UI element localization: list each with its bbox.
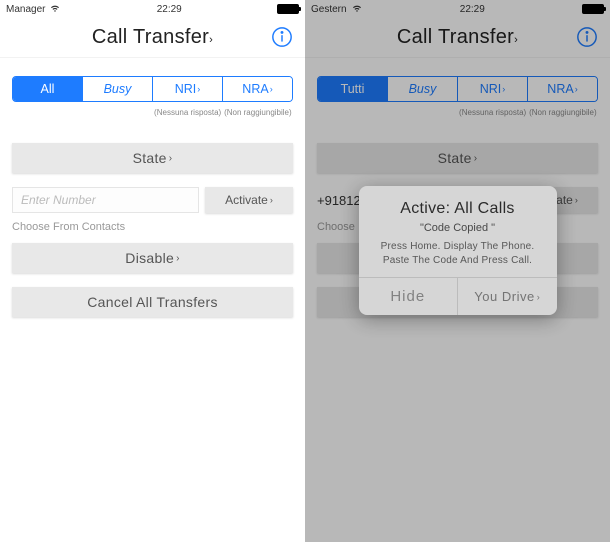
segmented-control[interactable]: All Busy NRI› NRA›	[12, 76, 293, 102]
sublabel-nra: (Non raggiungibile)	[223, 108, 293, 117]
phone-screen-right: Gestern 22:29 Call Transfer› Tutti Busy …	[305, 0, 610, 542]
popup-drive-button[interactable]: You Drive›	[458, 278, 557, 315]
popup-title: Active: All Calls	[369, 200, 547, 218]
segment-sublabels: (Nessuna risposta) (Non raggiungibile)	[12, 108, 293, 117]
state-button[interactable]: State›	[12, 143, 293, 173]
number-input[interactable]	[12, 187, 199, 213]
popup-subtitle: "Code Copied "	[369, 222, 547, 234]
popup-hide-button[interactable]: Hide	[359, 278, 459, 315]
segment-all[interactable]: All	[13, 77, 83, 101]
status-bar: Manager 22:29	[0, 0, 305, 18]
battery-icon	[277, 4, 299, 14]
nav-bar: Call Transfer›	[0, 18, 305, 58]
segment-busy[interactable]: Busy	[83, 77, 153, 101]
disable-button[interactable]: Disable›	[12, 243, 293, 273]
wifi-icon	[49, 3, 61, 16]
clock: 22:29	[157, 4, 182, 15]
activate-button[interactable]: Activate›	[205, 187, 293, 213]
cancel-all-button[interactable]: Cancel All Transfers	[12, 287, 293, 317]
segment-nri[interactable]: NRI›	[153, 77, 223, 101]
sublabel-nri: (Nessuna risposta)	[153, 108, 223, 117]
phone-screen-left: Manager 22:29 Call Transfer› All Busy NR…	[0, 0, 305, 542]
info-icon[interactable]	[271, 26, 293, 48]
alert-popup: Active: All Calls "Code Copied " Press H…	[359, 186, 557, 315]
popup-message: Press Home. Display The Phone. Paste The…	[369, 240, 547, 267]
choose-contacts-link[interactable]: Choose From Contacts	[12, 221, 293, 233]
segment-nra[interactable]: NRA›	[223, 77, 292, 101]
carrier-label: Manager	[6, 4, 45, 15]
page-title: Call Transfer›	[92, 26, 213, 49]
